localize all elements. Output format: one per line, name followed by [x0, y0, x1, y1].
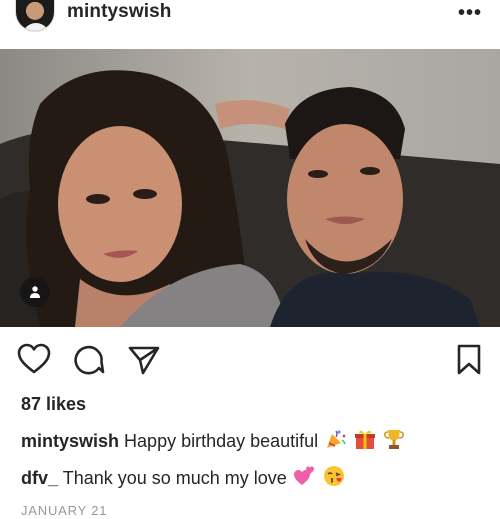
face-blowing-kiss-icon: [323, 466, 344, 486]
action-bar: [0, 343, 500, 379]
two-hearts-icon: [293, 466, 314, 485]
person-icon: [30, 286, 40, 298]
post-date: JANUARY 21: [21, 503, 108, 518]
avatar[interactable]: [15, 0, 55, 32]
wrapped-gift-icon: [355, 430, 376, 449]
trophy-icon: [384, 430, 405, 449]
tagged-people-button[interactable]: [20, 277, 50, 307]
bookmark-icon[interactable]: [455, 343, 483, 377]
post-caption: mintyswish Happy birthday beautiful: [21, 428, 405, 452]
post-header: mintyswish •••: [0, 0, 500, 38]
paper-plane-icon[interactable]: [127, 343, 161, 377]
likes-count[interactable]: 87 likes: [21, 394, 86, 415]
caption-text: Happy birthday beautiful: [124, 431, 319, 451]
comment-text: Thank you so much my love: [62, 468, 287, 488]
more-options-button[interactable]: •••: [458, 2, 482, 25]
post-username[interactable]: mintyswish: [67, 1, 171, 23]
heart-icon[interactable]: [17, 343, 51, 375]
party-popper-icon: [327, 430, 346, 448]
comment-username[interactable]: dfv_: [21, 468, 58, 488]
post-photo[interactable]: [0, 49, 500, 327]
comment-icon[interactable]: [72, 343, 106, 377]
comment-item: dfv_ Thank you so much my love: [21, 465, 345, 489]
caption-username[interactable]: mintyswish: [21, 431, 119, 451]
photo-illustration: [0, 49, 500, 327]
